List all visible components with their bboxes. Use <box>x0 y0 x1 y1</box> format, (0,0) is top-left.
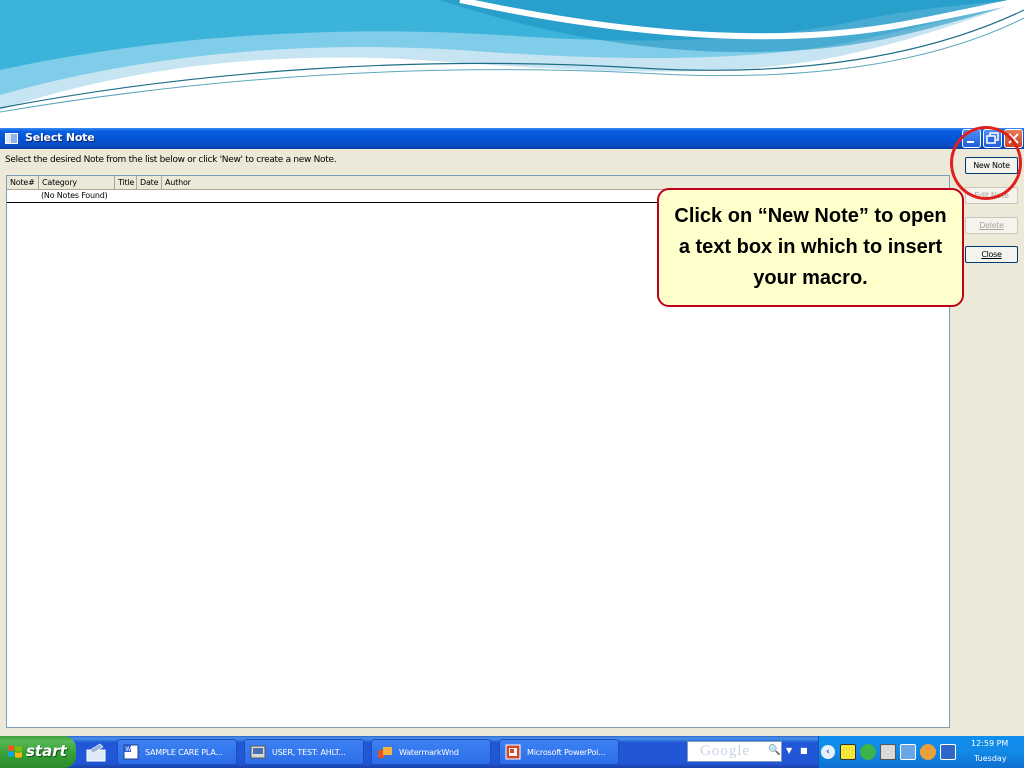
highlight-circle <box>950 126 1022 200</box>
svg-text:W: W <box>125 746 131 753</box>
clock-time[interactable]: 12:59 PM <box>971 739 1008 748</box>
google-search-placeholder: Google <box>700 743 751 759</box>
antivirus-icon[interactable] <box>920 744 936 760</box>
slide: Select Note Select the desired Note from… <box>0 0 1024 768</box>
start-button[interactable]: start <box>0 736 76 768</box>
taskbar-item-powerpoint[interactable]: Microsoft PowerPoi... <box>499 739 619 765</box>
instruction-text: Select the desired Note from the list be… <box>5 155 337 165</box>
window-titlebar[interactable]: Select Note <box>0 128 1024 149</box>
dropdown-arrow-icon[interactable]: ▼ <box>786 746 792 755</box>
clock-day: Tuesday <box>974 754 1007 763</box>
close-button[interactable]: Close <box>965 246 1018 263</box>
app-tray-icon[interactable] <box>940 744 956 760</box>
taskbar-item-label: SAMPLE CARE PLA... <box>145 748 223 757</box>
windows-logo-icon <box>8 745 22 758</box>
taskbar-item-word[interactable]: W SAMPLE CARE PLA... <box>117 739 237 765</box>
show-hidden-icons-icon[interactable]: ‹ <box>821 745 835 759</box>
taskbar-item-label: Microsoft PowerPoi... <box>527 748 606 757</box>
taskbar-item-user-test[interactable]: USER, TEST: AHLT... <box>244 739 364 765</box>
taskbar: start W SAMPLE CARE PLA... USER, TEST: A… <box>0 736 1024 768</box>
toolbar-options-icon[interactable]: ■ <box>800 746 808 755</box>
search-icon[interactable]: 🔍 <box>768 745 780 756</box>
taskbar-item-label: WatermarkWnd <box>399 748 459 757</box>
delete-button[interactable]: Delete <box>965 217 1018 234</box>
start-label: start <box>26 742 67 760</box>
monitor-icon[interactable] <box>880 744 896 760</box>
instruction-callout: Click on “New Note” to open a text box i… <box>657 188 964 307</box>
sync-icon[interactable] <box>900 744 916 760</box>
application-window-icon <box>250 745 266 759</box>
powerpoint-icon <box>505 744 521 760</box>
slide-header-wave <box>0 0 1024 128</box>
system-tray: ‹ 12:59 PM Tuesday <box>818 736 1024 768</box>
watermark-window-icon <box>378 747 392 758</box>
taskbar-item-watermark[interactable]: WatermarkWnd <box>371 739 491 765</box>
window-icon <box>5 133 18 144</box>
column-header-date[interactable]: Date <box>137 176 162 189</box>
power-icon[interactable] <box>840 744 856 760</box>
column-header-category[interactable]: Category <box>39 176 115 189</box>
column-header-title[interactable]: Title <box>115 176 137 189</box>
show-desktop-icon[interactable] <box>85 741 107 763</box>
google-search-input[interactable]: Google 🔍 <box>687 741 782 762</box>
window-title: Select Note <box>25 131 95 144</box>
column-header-note-number[interactable]: Note# <box>7 176 39 189</box>
taskbar-item-label: USER, TEST: AHLT... <box>272 748 346 757</box>
word-document-icon: W <box>123 744 139 760</box>
empty-list-message: (No Notes Found) <box>41 191 108 200</box>
network-icon[interactable] <box>860 744 876 760</box>
